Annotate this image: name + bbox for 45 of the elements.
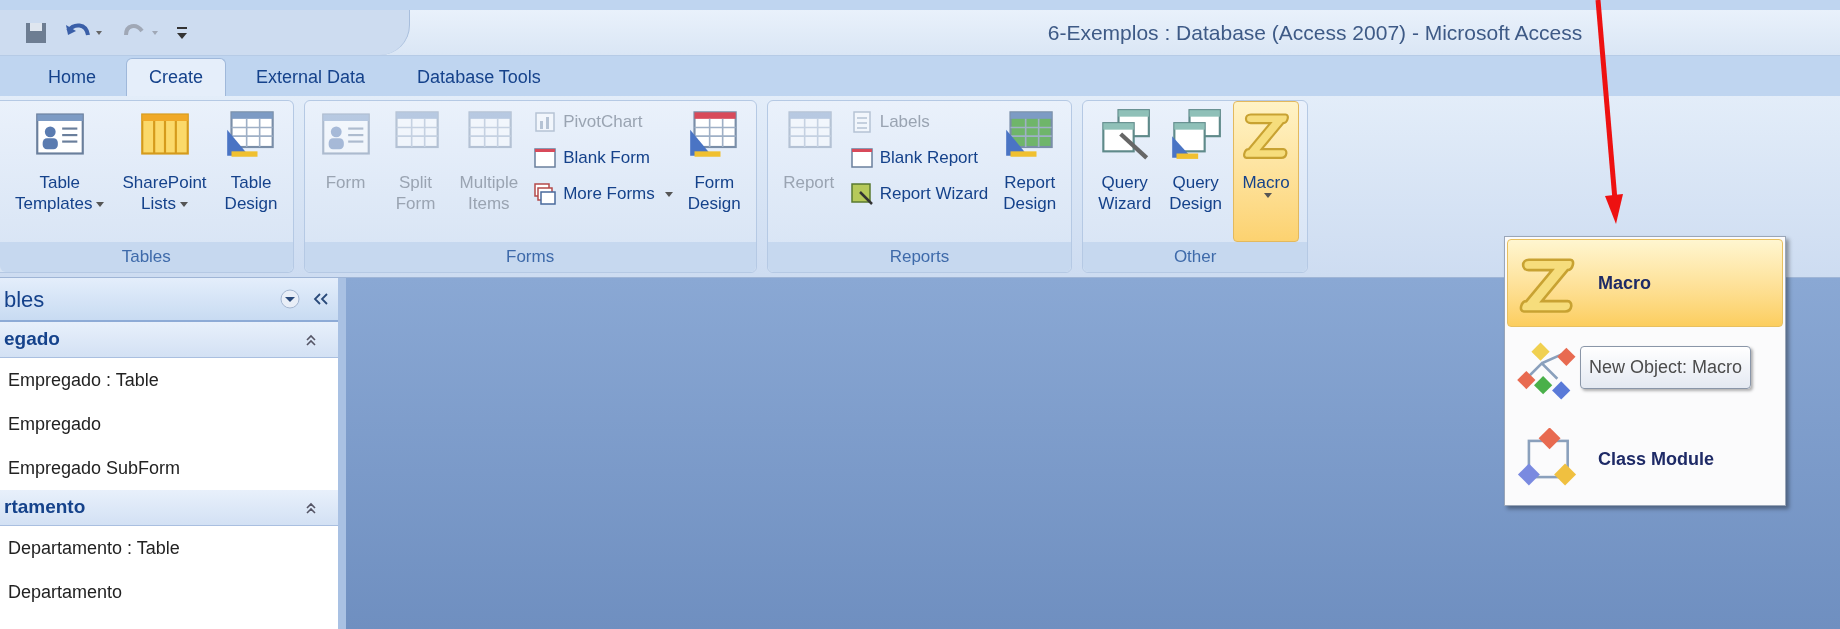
ribbon-small-button[interactable]: Blank Form [533,143,673,173]
ribbon-button[interactable]: Query Design [1162,101,1230,242]
chart-icon [533,110,558,134]
blank-page-icon [849,146,874,170]
module-icon [1516,340,1578,402]
wand-icon [849,182,874,206]
save-icon[interactable] [24,20,48,45]
group-label: Forms [506,246,555,269]
ribbon-button[interactable]: Table Design [217,101,285,242]
group-label: Tables [121,246,171,269]
blank-page-icon [533,146,558,170]
window-title: 6-Exemplos : Database (Access 2007) - Microsoft Access [1047,20,1583,44]
ribbon-tab[interactable]: Home [26,58,118,96]
navigation-item[interactable]: Empregado : Table [0,358,338,402]
ribbon-button[interactable]: SharePoint Lists [115,101,214,242]
query-grid-icon [1169,108,1222,160]
group-header[interactable]: rtamento [0,490,338,526]
ribbon-button[interactable]: Report Design [996,101,1064,242]
ribbon-small-button[interactable]: Report Wizard [849,179,989,209]
ribbon-tab[interactable]: Database Tools [395,58,563,96]
menu-item[interactable]: Macro [1507,239,1783,327]
group-label: Other [1173,246,1217,269]
collapse-icon [304,500,318,515]
ribbon-small-button[interactable]: Blank Report [849,143,989,173]
ribbon-button[interactable]: Form Design [680,101,748,242]
collapse-icon [304,332,318,347]
ribbon-button[interactable]: Macro [1233,101,1300,242]
pane-title: bles [4,285,46,314]
dropdown-icon[interactable] [280,289,300,309]
ribbon-small-button[interactable]: More Forms [533,179,673,209]
design-grid-icon [1003,108,1056,160]
ribbon-tab[interactable]: Create [126,58,227,96]
navigation-item[interactable]: Empregado SubForm [0,446,338,490]
group-header[interactable]: egado [0,322,338,358]
tooltip: New Object: Macro [1580,346,1752,389]
navigation-item[interactable]: Departamento : Table [0,526,338,570]
group-label: Reports [889,246,950,269]
pages-icon [533,182,558,206]
navigation-item[interactable]: Departamento [0,570,338,614]
menu-item[interactable]: Class Module [1507,415,1783,503]
ribbon-tab[interactable]: External Data [234,58,388,96]
collapse-pane-icon[interactable] [312,292,330,306]
ribbon-button[interactable]: Query Wizard [1091,101,1159,242]
navigation-item[interactable]: Empregado [0,402,338,446]
ribbon-button[interactable]: Table Templates [8,101,112,242]
